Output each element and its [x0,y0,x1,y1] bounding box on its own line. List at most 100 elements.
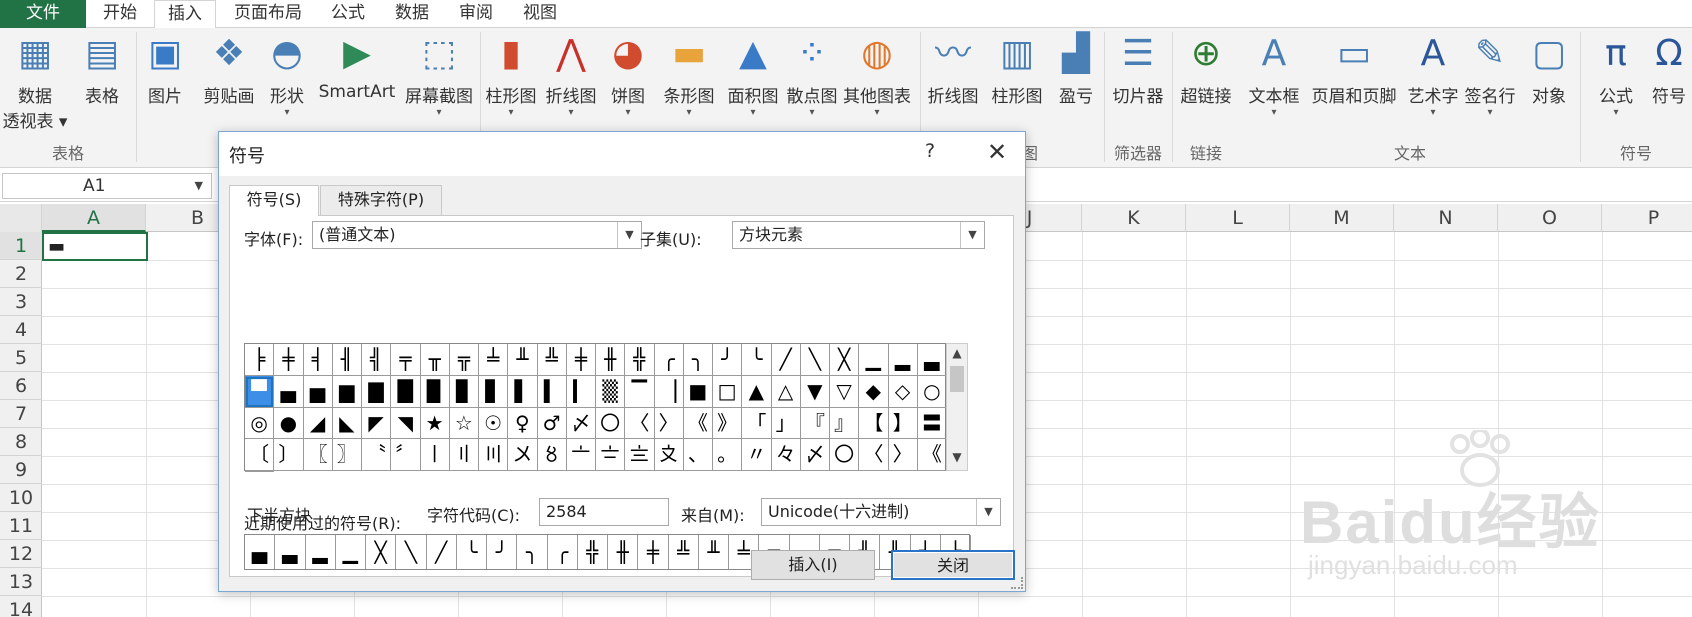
symbol-cell[interactable]: ╦ [449,344,479,376]
select-all-corner[interactable] [0,204,42,232]
ribbon-button-picture[interactable]: ▣ 图片 [140,32,190,142]
symbol-cell[interactable]: 々 [771,439,801,471]
row-header[interactable]: 6 [0,372,42,400]
symbol-cell[interactable]: ╰ [742,344,772,376]
symbol-cell[interactable]: 〉 [888,439,918,471]
symbol-cell[interactable]: 〔 [245,439,275,471]
symbol-cell[interactable]: ☉ [479,407,509,440]
symbol-cell[interactable]: 〢 [449,439,479,471]
symbol-cell[interactable]: █ [391,375,421,408]
close-button[interactable]: 关闭 [891,550,1015,580]
symbol-cell[interactable]: ╧ [479,344,509,376]
recent-symbol-cell[interactable]: ╯ [487,535,518,569]
from-dropdown[interactable]: Unicode(十六进制) ▼ [761,498,1001,526]
tab-formulas[interactable]: 公式 [322,0,374,28]
symbol-cell[interactable]: 〥 [537,439,567,471]
dropdown-arrow-icon[interactable]: ▾ [262,107,312,119]
symbol-cell[interactable]: ╨ [508,344,538,376]
symbol-cell[interactable]: ▒ [596,375,626,408]
ribbon-button-sparkline-winloss[interactable]: ▟ 盈亏 [1048,32,1104,142]
symbol-cell[interactable]: ▀ [245,375,275,408]
row-header[interactable]: 14 [0,596,42,617]
symbol-cell[interactable]: ▽ [830,375,860,408]
symbol-cell[interactable]: ▔ [625,375,655,408]
symbol-cell[interactable]: ╣ [362,344,392,376]
dropdown-arrow-icon[interactable]: ▾ [1462,107,1518,119]
row-header[interactable]: 12 [0,540,42,568]
symbol-cell[interactable]: ╭ [654,344,684,376]
ribbon-button-sparkline-column[interactable]: ▥ 柱形图 [986,32,1048,142]
row-header[interactable]: 2 [0,260,42,288]
row-header[interactable]: 1 [0,232,42,260]
dropdown-arrow-icon[interactable]: ▾ [542,107,600,119]
symbol-cell[interactable]: ◇ [888,375,918,408]
ribbon-button-scatter-chart[interactable]: ⁘ 散点图 ▾ [784,32,840,142]
tab-review[interactable]: 审阅 [448,0,504,28]
symbol-cell[interactable]: ╢ [332,344,362,376]
symbol-cell[interactable]: ╪ [566,344,596,376]
recent-symbol-cell[interactable]: ╳ [366,535,397,569]
symbol-cell[interactable]: ◤ [362,407,392,440]
tab-home[interactable]: 开始 [90,0,150,28]
recent-symbol-cell[interactable]: ╲ [396,535,427,569]
resize-grip-icon[interactable] [1011,577,1023,589]
recent-symbol-cell[interactable]: ▄ [245,535,276,569]
ribbon-button-clipart[interactable]: ❖ 剪贴画 [194,32,264,142]
dropdown-arrow-icon[interactable]: ▾ [722,107,784,119]
tab-special-characters[interactable]: 特殊字符(P) [320,185,442,215]
ribbon-button-line-chart[interactable]: ⋀ 折线图 ▾ [542,32,600,142]
ribbon-button-slicer[interactable]: ☰ 切片器 [1106,32,1170,142]
symbol-cell[interactable]: 】 [888,407,918,440]
symbol-cell[interactable]: ╞ [245,344,275,376]
ribbon-button-area-chart[interactable]: ▲ 面积图 ▾ [722,32,784,142]
scroll-down-icon[interactable]: ▼ [947,450,967,468]
ribbon-button-screenshot[interactable]: ⬚ 屏幕截图 ▾ [398,32,480,142]
row-header[interactable]: 3 [0,288,42,316]
ribbon-button-object[interactable]: ▢ 对象 [1520,32,1578,142]
symbol-cell[interactable]: ■ [683,375,713,408]
symbol-cell[interactable]: ╯ [713,344,743,376]
chevron-down-icon[interactable]: ▼ [617,222,641,248]
symbol-cell[interactable]: ╬ [625,344,655,376]
symbol-cell[interactable]: ◢ [303,407,333,440]
ribbon-button-table[interactable]: ▤ 表格 [70,32,134,142]
chevron-down-icon[interactable]: ▼ [195,174,203,198]
dropdown-arrow-icon[interactable]: ▾ [602,107,654,119]
symbol-cell[interactable]: ╲ [800,344,830,376]
symbol-cell[interactable]: ▄ [274,375,304,408]
symbol-cell[interactable]: 〇 [830,439,860,471]
name-box[interactable]: A1 ▼ [2,173,212,199]
dropdown-arrow-icon[interactable]: ▾ [656,107,722,119]
scroll-up-icon[interactable]: ▲ [947,346,967,364]
row-header[interactable]: 5 [0,344,42,372]
font-dropdown[interactable]: (普通文本) ▼ [312,221,642,249]
row-header[interactable]: 11 [0,512,42,540]
symbol-cell[interactable]: △ [771,375,801,408]
symbol-cell[interactable]: ╫ [596,344,626,376]
symbol-cell[interactable]: ╡ [303,344,333,376]
symbol-cell[interactable]: ▼ [800,375,830,408]
symbol-cell[interactable]: 〆 [800,439,830,471]
subset-dropdown[interactable]: 方块元素 ▼ [732,221,985,249]
dropdown-arrow-icon[interactable]: ▾ [1404,107,1462,119]
symbol-cell[interactable]: 〝 [362,439,392,471]
symbol-cell[interactable]: 〃 [742,439,772,471]
column-header[interactable]: N [1394,204,1498,232]
recent-symbol-cell[interactable]: ▂ [306,535,336,569]
recent-symbol-cell[interactable]: ╰ [457,535,487,569]
symbol-cell[interactable]: ▅ [303,375,333,408]
symbol-cell[interactable]: ○ [917,375,947,408]
symbol-cell[interactable]: ▌ [508,375,538,408]
symbol-grid-scrollbar[interactable]: ▲ ▼ [946,343,968,471]
symbol-cell[interactable]: □ [713,375,743,408]
symbol-cell[interactable]: ▉ [420,375,450,408]
dropdown-arrow-icon[interactable]: ▾ [784,107,840,119]
symbol-cell[interactable]: ◣ [332,407,362,440]
symbol-cell[interactable]: 〇 [596,407,626,440]
row-header[interactable]: 4 [0,316,42,344]
symbol-cell[interactable]: ▕ [654,375,684,408]
ribbon-button-signature-line[interactable]: ✎ 签名行 ▾ [1462,32,1518,142]
tab-insert[interactable]: 插入 [154,0,216,29]
scroll-thumb[interactable] [950,366,964,392]
symbol-cell[interactable]: ▍ [537,375,567,408]
